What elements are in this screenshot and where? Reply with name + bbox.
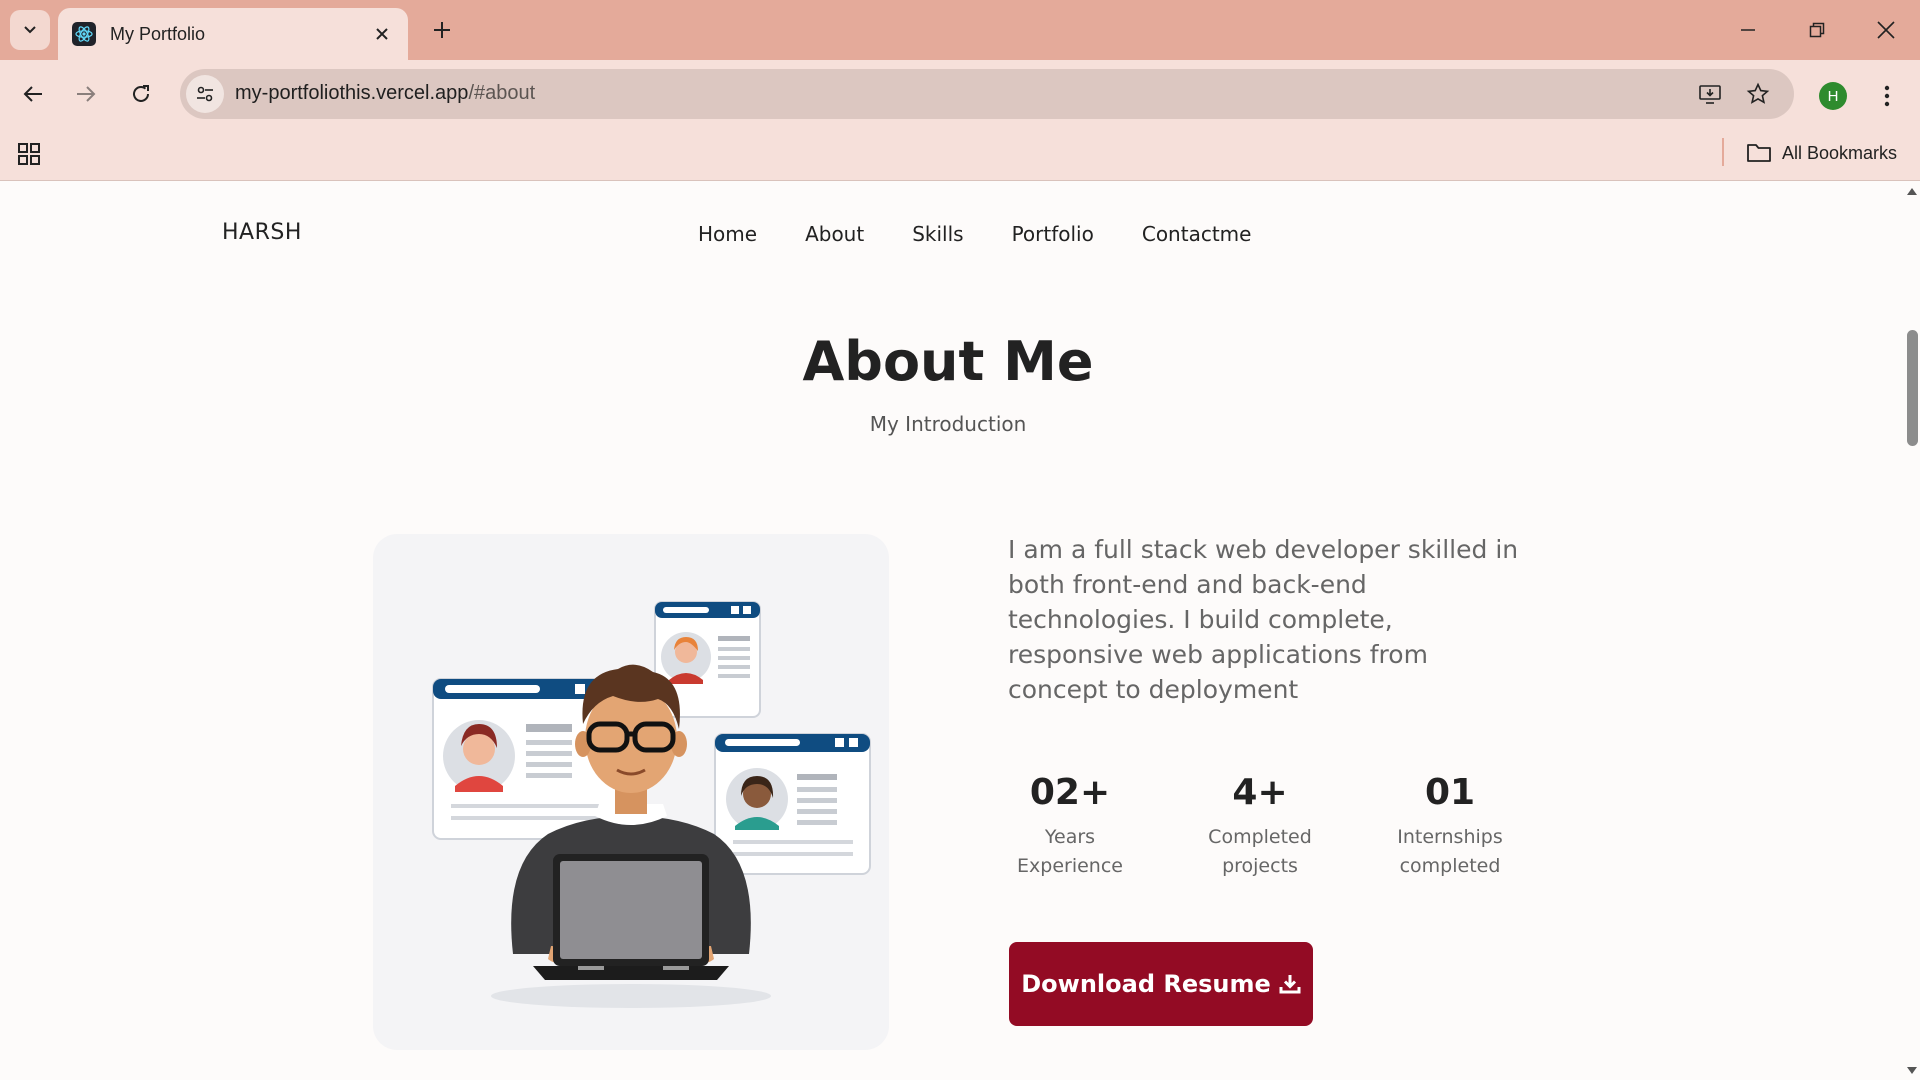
- stat-label-line2: projects: [1222, 855, 1298, 877]
- developer-illustration: [432, 601, 871, 1008]
- minimize-button[interactable]: [1726, 8, 1770, 52]
- section-subtitle: My Introduction: [869, 412, 1027, 436]
- download-resume-button[interactable]: Download Resume: [1009, 942, 1313, 1026]
- tab-search-button[interactable]: [10, 10, 50, 50]
- minimize-icon: [1741, 29, 1755, 31]
- stat-value: 4+: [1232, 772, 1288, 813]
- url-host: my-portfoliothis.vercel.app: [235, 82, 469, 104]
- plus-icon: [434, 22, 450, 38]
- scroll-down-arrow-icon[interactable]: [1907, 1067, 1917, 1074]
- url-path: /#about: [468, 82, 536, 104]
- scrollbar-thumb[interactable]: [1907, 330, 1918, 446]
- forward-button[interactable]: [65, 73, 107, 115]
- site-info-button[interactable]: [186, 75, 224, 113]
- nav-about[interactable]: About: [805, 222, 864, 246]
- stat-label-line1: Completed: [1208, 826, 1312, 848]
- address-bar[interactable]: my-portfoliothis.vercel.app/#about: [180, 69, 1794, 119]
- intro-paragraph: I am a full stack web developer skilled …: [1008, 535, 1519, 704]
- browser-toolbar: my-portfoliothis.vercel.app/#about H: [0, 60, 1920, 128]
- arrow-right-icon: [77, 86, 96, 102]
- stat-value: 02+: [1029, 772, 1111, 813]
- site-logo[interactable]: HARSH: [222, 220, 302, 245]
- tab-title: My Portfolio: [110, 23, 206, 44]
- reload-icon: [133, 85, 149, 102]
- about-illustration: [373, 534, 889, 1050]
- download-icon: [1279, 975, 1301, 994]
- more-vert-icon: [1884, 85, 1890, 107]
- stat-projects: 4+ Completed projects: [1180, 772, 1340, 881]
- restore-icon: [1809, 22, 1825, 38]
- page-viewport: HARSH Home About Skills Portfolio Contac…: [0, 182, 1904, 1080]
- nav-home[interactable]: Home: [698, 222, 757, 246]
- nav-skills[interactable]: Skills: [912, 222, 963, 246]
- close-window-button[interactable]: [1864, 8, 1908, 52]
- restore-button[interactable]: [1795, 8, 1839, 52]
- bookmark-star-button[interactable]: [1742, 78, 1774, 110]
- profile-avatar[interactable]: H: [1819, 82, 1847, 110]
- stat-label-line2: Experience: [1017, 855, 1123, 877]
- close-icon: [1877, 21, 1895, 39]
- active-tab[interactable]: My Portfolio: [58, 8, 408, 60]
- arrow-left-icon: [23, 86, 42, 102]
- scroll-up-arrow-icon[interactable]: [1907, 188, 1917, 195]
- stat-value: 01: [1424, 772, 1476, 813]
- nav-contact[interactable]: Contactme: [1142, 222, 1252, 246]
- react-icon: [72, 22, 96, 46]
- tab-strip: My Portfolio: [0, 0, 1920, 60]
- stat-label-line1: Internships: [1397, 826, 1503, 848]
- bookmarks-bar: All Bookmarks: [0, 128, 1920, 181]
- apps-grid-icon[interactable]: [16, 140, 44, 168]
- new-tab-button[interactable]: [424, 12, 460, 48]
- section-title: About Me: [802, 330, 1094, 393]
- all-bookmarks-button[interactable]: All Bookmarks: [1746, 138, 1897, 168]
- star-icon: [1746, 82, 1770, 104]
- site-nav: Home About Skills Portfolio Contactme: [698, 222, 1251, 246]
- nav-portfolio[interactable]: Portfolio: [1012, 222, 1094, 246]
- profile-card-right: [714, 733, 871, 875]
- close-tab-button[interactable]: [368, 20, 396, 48]
- stat-experience: 02+ Years Experience: [990, 772, 1150, 881]
- install-icon: [1699, 85, 1721, 104]
- stats-row: 02+ Years Experience 4+ Completed projec…: [990, 772, 1530, 881]
- browser-menu-button[interactable]: [1872, 78, 1902, 114]
- close-icon: [376, 28, 388, 40]
- download-resume-label: Download Resume: [1021, 970, 1271, 998]
- url-text[interactable]: my-portfoliothis.vercel.app/#about: [235, 82, 535, 105]
- page-scrollbar[interactable]: [1904, 182, 1920, 1080]
- tune-icon: [197, 86, 213, 102]
- stat-label-line1: Years: [1044, 826, 1096, 848]
- folder-icon: [1747, 144, 1771, 162]
- install-app-button[interactable]: [1694, 78, 1726, 110]
- bookmarks-separator: [1722, 138, 1724, 166]
- reload-button[interactable]: [120, 73, 162, 115]
- chevron-down-icon: [24, 26, 36, 34]
- back-button[interactable]: [12, 73, 54, 115]
- stat-internships: 01 Internships completed: [1370, 772, 1530, 881]
- all-bookmarks-label: All Bookmarks: [1782, 142, 1898, 163]
- stat-label-line2: completed: [1399, 855, 1501, 877]
